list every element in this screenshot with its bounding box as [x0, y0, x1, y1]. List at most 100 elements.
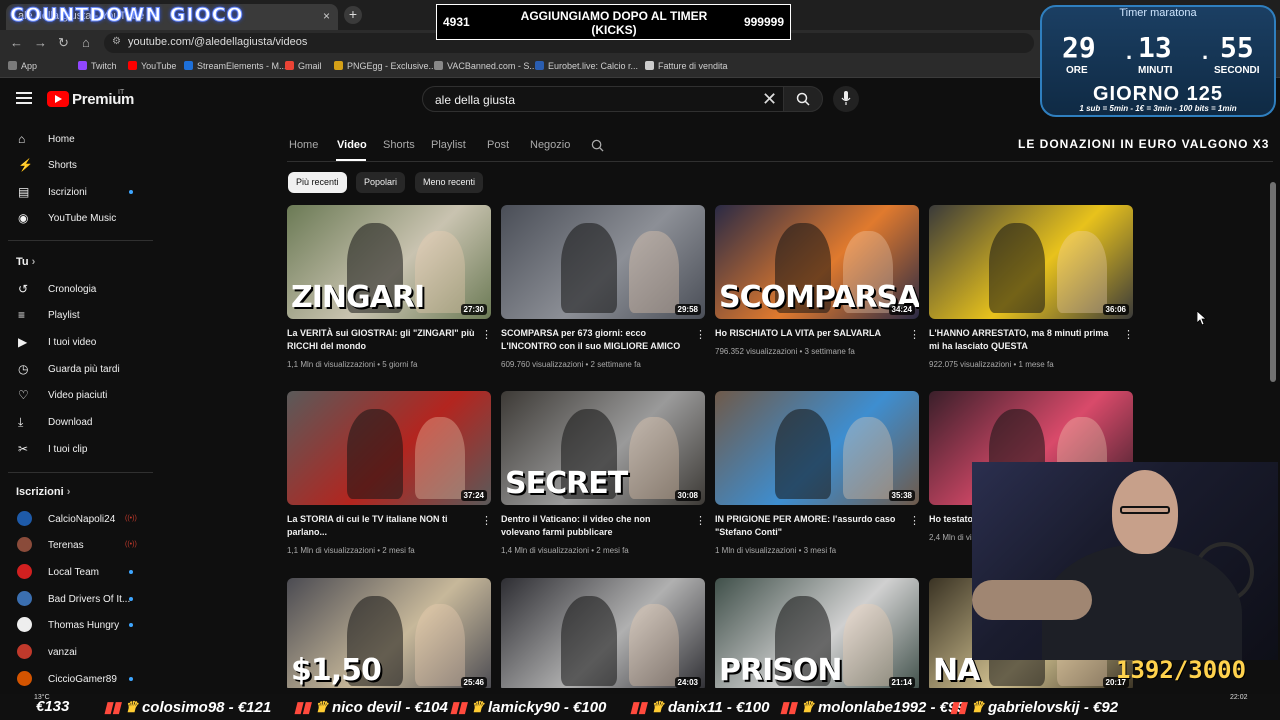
video-title[interactable]: SCOMPARSA per 673 giorni: ecco L'INCONTR…	[501, 327, 689, 353]
sort-chip[interactable]: Popolari	[356, 172, 406, 193]
bookmark-item[interactable]: Eurobet.live: Calcio r...	[535, 61, 638, 71]
video-card[interactable]: 36:06 L'HANNO ARRESTATO, ma 8 minuti prim…	[929, 205, 1133, 375]
microphone-icon	[841, 91, 851, 105]
sidebar-you-header[interactable]: Tu ›	[16, 256, 35, 268]
video-thumbnail[interactable]: SECRET 30:08	[501, 391, 705, 505]
more-actions-icon[interactable]: ⋮	[481, 328, 491, 341]
video-title[interactable]: La STORIA di cui le TV italiane NON ti p…	[287, 513, 475, 539]
sidebar-item[interactable]: ⤓ Download	[0, 409, 160, 435]
home-browser-icon[interactable]: ⌂	[82, 35, 90, 50]
thumbnail-figure	[347, 409, 403, 499]
site-info-icon[interactable]: ⚙	[112, 36, 121, 47]
sidebar-item[interactable]: ↺ Cronologia	[0, 276, 160, 302]
more-actions-icon[interactable]: ⋮	[1123, 328, 1133, 341]
video-card[interactable]: SCOMPARSA 34:24 Ho RISCHIATO LA VITA per S…	[715, 205, 919, 375]
sidebar-item[interactable]: ▶ I tuoi video	[0, 329, 160, 355]
marathon-timer: Timer maratona 29 . 13 . 55 ORE MINUTI S…	[1040, 5, 1276, 117]
subscription-item[interactable]: Terenas ((•))	[0, 532, 160, 558]
tab-close-icon[interactable]: ×	[323, 9, 330, 23]
video-card[interactable]: SECRET 30:08 Dentro il Vaticano: il video …	[501, 391, 705, 561]
video-card[interactable]: 35:38 IN PRIGIONE PER AMORE: l'assurdo ca…	[715, 391, 919, 561]
search-button[interactable]	[783, 86, 823, 112]
sidebar-item[interactable]: ≡ Playlist	[0, 302, 160, 328]
video-thumbnail[interactable]: 24:03	[501, 578, 705, 688]
more-actions-icon[interactable]: ⋮	[481, 514, 491, 527]
bookmark-item[interactable]: App	[8, 61, 37, 71]
bookmark-favicon-icon	[285, 61, 294, 70]
clear-search-icon[interactable]: ✕	[762, 90, 777, 108]
bookmark-item[interactable]: YouTube	[128, 61, 176, 71]
video-thumbnail[interactable]: ZINGARI 27:30	[287, 205, 491, 319]
forward-icon[interactable]: →	[34, 35, 47, 50]
bookmark-favicon-icon	[184, 61, 193, 70]
video-title[interactable]: Ho RISCHIATO LA VITA per SALVARLA	[715, 327, 903, 340]
more-actions-icon[interactable]: ⋮	[909, 514, 919, 527]
subscription-item[interactable]: vanzai	[0, 639, 160, 665]
channel-search-icon[interactable]	[591, 139, 604, 157]
youtube-premium-wordmark[interactable]: Premium	[72, 91, 134, 108]
subscription-item[interactable]: CalcioNapoli24 ((•))	[0, 506, 160, 532]
video-title[interactable]: L'HANNO ARRESTATO, ma 8 minuti prima mi …	[929, 327, 1117, 353]
subscription-item[interactable]: Bad Drivers Of It...	[0, 586, 160, 612]
more-actions-icon[interactable]: ⋮	[695, 514, 705, 527]
donation-note: LE DONAZIONI IN EURO VALGONO X3	[1018, 137, 1270, 151]
video-thumbnail[interactable]: 36:06	[929, 205, 1133, 319]
tab-post[interactable]: Post	[487, 139, 509, 151]
sidebar-subscriptions-header[interactable]: Iscrizioni ›	[16, 486, 70, 498]
video-card[interactable]: $1,50 25:46	[287, 578, 491, 688]
subscription-item[interactable]: Local Team	[0, 559, 160, 585]
video-thumbnail[interactable]: PRISON 21:14	[715, 578, 919, 688]
menu-icon[interactable]	[16, 92, 32, 104]
back-icon[interactable]: ←	[10, 35, 23, 50]
subscription-item[interactable]: Thomas Hungry	[0, 612, 160, 638]
tab-home[interactable]: Home	[289, 139, 318, 151]
sidebar-item-label: Iscrizioni	[48, 187, 87, 198]
video-card[interactable]: ZINGARI 27:30 La VERITÀ sui GIOSTRAI: gli …	[287, 205, 491, 375]
sidebar-item[interactable]: ✂ I tuoi clip	[0, 436, 160, 462]
video-thumbnail[interactable]: 37:24	[287, 391, 491, 505]
video-title[interactable]: La VERITÀ sui GIOSTRAI: gli "ZINGARI" pi…	[287, 327, 475, 353]
tab-video[interactable]: Video	[337, 139, 367, 151]
search-input[interactable]: ale della giusta	[422, 86, 784, 112]
trophy-icon: ♛	[650, 699, 664, 716]
bookmark-item[interactable]: Twitch	[78, 61, 117, 71]
bookmark-item[interactable]: PNGEgg - Exclusive...	[334, 61, 436, 71]
sidebar-item[interactable]: ◉ YouTube Music	[0, 205, 160, 231]
more-actions-icon[interactable]: ⋮	[909, 328, 919, 341]
bookmark-item[interactable]: VACBanned.com - S...	[434, 61, 537, 71]
youtube-logo-icon[interactable]	[47, 91, 69, 107]
voice-search-button[interactable]	[833, 86, 859, 112]
bookmark-item[interactable]: Fatture di vendita	[645, 61, 728, 71]
video-thumbnail[interactable]: $1,50 25:46	[287, 578, 491, 688]
video-title[interactable]: Dentro il Vaticano: il video che non vol…	[501, 513, 689, 539]
video-card[interactable]: 37:24 La STORIA di cui le TV italiane NON…	[287, 391, 491, 561]
sidebar-item[interactable]: ⚡ Shorts	[0, 152, 160, 178]
video-thumbnail[interactable]: SCOMPARSA 34:24	[715, 205, 919, 319]
sidebar-item[interactable]: ♡ Video piaciuti	[0, 382, 160, 408]
sort-chip[interactable]: Più recenti	[288, 172, 347, 193]
sidebar-item[interactable]: ▤ Iscrizioni	[0, 179, 160, 205]
video-card[interactable]: 24:03	[501, 578, 705, 688]
sidebar-item[interactable]: ⌂ Home	[0, 126, 160, 152]
sidebar-item[interactable]: ◷ Guarda più tardi	[0, 356, 160, 382]
page-scrollbar[interactable]	[1270, 182, 1276, 382]
subscription-item[interactable]: CiccioGamer89	[0, 666, 160, 692]
bookmark-item[interactable]: StreamElements - M...	[184, 61, 287, 71]
video-card[interactable]: PRISON 21:14	[715, 578, 919, 688]
tab-shorts[interactable]: Shorts	[383, 139, 415, 151]
tab-negozio[interactable]: Negozio	[530, 139, 570, 151]
reload-icon[interactable]: ↻	[58, 35, 69, 51]
video-card[interactable]: 29:58 SCOMPARSA per 673 giorni: ecco L'IN…	[501, 205, 705, 375]
video-thumbnail[interactable]: 35:38	[715, 391, 919, 505]
sort-chip[interactable]: Meno recenti	[415, 172, 484, 193]
timer-hours: 29	[1062, 31, 1096, 64]
more-actions-icon[interactable]: ⋮	[695, 328, 705, 341]
video-title[interactable]: IN PRIGIONE PER AMORE: l'assurdo caso "S…	[715, 513, 903, 539]
bookmark-item[interactable]: Gmail	[285, 61, 322, 71]
tab-playlist[interactable]: Playlist	[431, 139, 466, 151]
video-meta: 1,1 Mln di visualizzazioni • 2 mesi fa	[287, 546, 415, 555]
new-tab-button[interactable]: +	[344, 6, 362, 24]
bookmark-label: App	[21, 61, 38, 71]
marathon-day: GIORNO 125	[1092, 83, 1224, 105]
video-thumbnail[interactable]: 29:58	[501, 205, 705, 319]
